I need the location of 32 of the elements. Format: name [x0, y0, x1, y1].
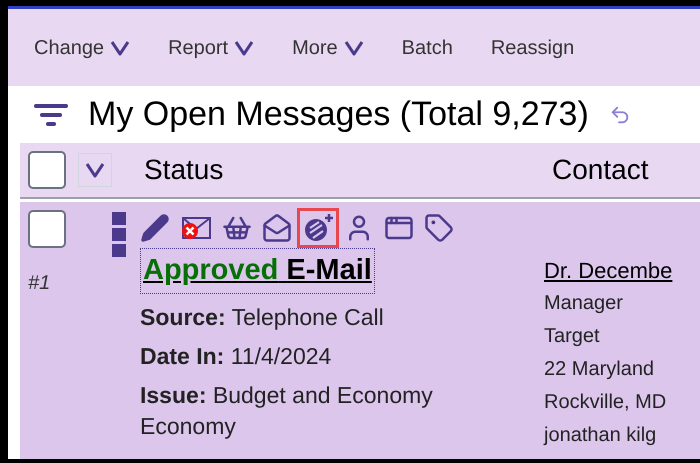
chevron-down-icon	[110, 40, 130, 56]
open-envelope-icon[interactable]	[262, 213, 292, 243]
detail-text: Date In: 11/4/2024	[140, 342, 332, 370]
column-header[interactable]: Status	[144, 149, 552, 191]
contact-name-link[interactable]: Dr. Decembe	[544, 254, 672, 287]
contact-detail: Rockville, MD	[544, 390, 668, 415]
status-link[interactable]: Approved E-Mail	[140, 248, 375, 294]
toolbar-button[interactable]: Report	[168, 32, 254, 62]
toolbar-button[interactable]: Reassign	[490, 32, 574, 62]
contact-detail: Target	[544, 324, 601, 349]
chevron-down-icon	[344, 40, 364, 56]
tag-icon[interactable]	[424, 213, 454, 243]
pencil-icon[interactable]	[140, 213, 170, 243]
toolbar-button[interactable]: More	[292, 32, 364, 62]
toolbar-button[interactable]: Change	[34, 32, 130, 62]
chevron-down-icon	[234, 40, 254, 56]
drag-handle-icon[interactable]	[112, 212, 126, 258]
detail-text: Source: Telephone Call	[140, 302, 385, 332]
checkbox[interactable]	[28, 151, 66, 189]
checkbox[interactable]	[28, 210, 66, 248]
column-header[interactable]: Contact	[552, 149, 648, 191]
contact-detail: Manager	[544, 291, 624, 316]
page-title: My Open Messages (Total 9,273)	[88, 94, 589, 135]
detail-text: Issue: Budget and Economy Economy	[140, 380, 434, 441]
contact-detail: jonathan kilg	[544, 423, 658, 448]
chevron-down-icon	[85, 162, 105, 178]
row-number: #1	[28, 271, 52, 296]
undo-arrow-icon[interactable]	[608, 104, 631, 126]
filter-icon[interactable]	[34, 102, 68, 126]
expand-toggle[interactable]	[78, 153, 112, 187]
contact-detail: 22 Maryland	[544, 357, 656, 382]
toolbar-button[interactable]: Batch	[402, 32, 453, 62]
